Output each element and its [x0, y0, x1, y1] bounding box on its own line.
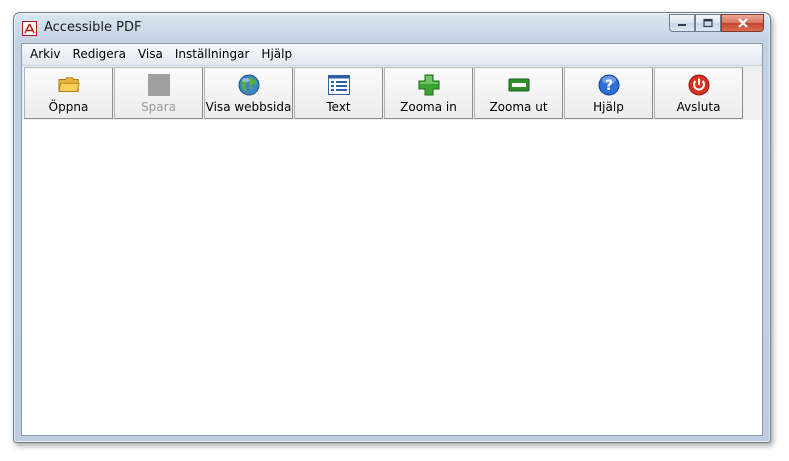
- menu-visa[interactable]: Visa: [132, 44, 169, 65]
- svg-text:?: ?: [604, 78, 612, 94]
- view-webpage-button-label: Visa webbsida: [205, 100, 292, 114]
- maximize-icon: [703, 18, 713, 28]
- close-icon: [737, 18, 748, 28]
- minimize-button[interactable]: [669, 14, 695, 32]
- pdf-icon[interactable]: [22, 21, 37, 36]
- zoom-out-button-label: Zooma ut: [489, 100, 548, 114]
- minimize-icon: [678, 24, 686, 26]
- menu-arkiv[interactable]: Arkiv: [24, 44, 67, 65]
- menu-redigera[interactable]: Redigera: [67, 44, 132, 65]
- save-button[interactable]: Spara: [114, 67, 203, 119]
- menu-hjalp[interactable]: Hjälp: [255, 44, 298, 65]
- save-icon: [147, 74, 170, 96]
- zoom-out-button[interactable]: Zooma ut: [474, 67, 563, 119]
- window-title: Accessible PDF: [44, 20, 142, 35]
- close-button[interactable]: [721, 14, 764, 32]
- text-icon: [327, 74, 350, 96]
- help-button-label: Hjälp: [593, 100, 624, 114]
- text-button-label: Text: [326, 100, 351, 114]
- menu-bar: Arkiv Redigera Visa Inställningar Hjälp: [22, 44, 762, 66]
- help-button[interactable]: ? Hjälp: [564, 67, 653, 119]
- open-button[interactable]: Öppna: [24, 67, 113, 119]
- client-area: Arkiv Redigera Visa Inställningar Hjälp …: [21, 43, 763, 436]
- caption-buttons: [669, 14, 764, 32]
- menu-installningar[interactable]: Inställningar: [169, 44, 256, 65]
- view-webpage-button[interactable]: Visa webbsida: [204, 67, 293, 119]
- folder-icon: [57, 74, 80, 96]
- help-icon: ?: [598, 74, 620, 96]
- maximize-button[interactable]: [695, 14, 721, 32]
- zoom-in-icon: [418, 74, 440, 96]
- open-button-label: Öppna: [48, 100, 89, 114]
- title-bar[interactable]: Accessible PDF: [14, 13, 770, 43]
- power-icon: [688, 74, 710, 96]
- globe-icon: [238, 74, 260, 96]
- zoom-in-button-label: Zooma in: [400, 100, 457, 114]
- zoom-out-icon: [508, 74, 530, 96]
- exit-button-label: Avsluta: [676, 100, 721, 114]
- zoom-in-button[interactable]: Zooma in: [384, 67, 473, 119]
- text-button[interactable]: Text: [294, 67, 383, 119]
- save-button-label: Spara: [141, 100, 176, 114]
- toolbar: Öppna Spara Visa webbsida Text Zooma in …: [22, 66, 762, 121]
- exit-button[interactable]: Avsluta: [654, 67, 743, 119]
- app-window: Accessible PDF Arkiv Redigera Visa Instä…: [13, 12, 771, 443]
- document-area[interactable]: [22, 120, 762, 435]
